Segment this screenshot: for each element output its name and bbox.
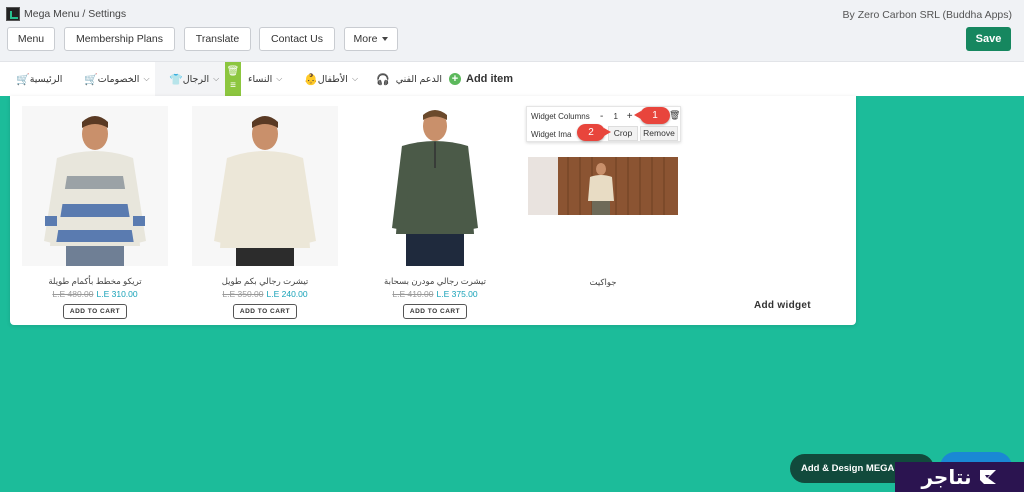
brand-watermark: نتاجر [895,462,1024,492]
old-price: L.E 410.00 [392,289,434,299]
headset-icon: 🎧 [376,73,390,86]
app-title: Mega Menu / Settings [24,8,127,20]
product-image[interactable] [22,106,168,266]
drag-lines-icon: ≡ [230,80,236,91]
menu-item-men[interactable]: 👕 الرجال ⌵ [155,62,225,96]
new-price: L.E 310.00 [96,289,138,299]
menu-item-label: الأطفال [317,73,348,85]
item-drag-handle[interactable]: 🗑 ≡ [225,62,241,96]
chevron-down-icon: ⌵ [276,74,283,83]
menu-item-label: الخصومات [97,73,140,85]
add-item-button[interactable]: + Add item [449,62,513,96]
add-to-cart-button[interactable]: ADD TO CART [63,304,127,319]
product-name[interactable]: تيشرت رجالي بكم طويل [180,276,350,287]
product-price: L.E 410.00 L.E 375.00 [350,289,520,299]
new-price: L.E 375.00 [436,289,478,299]
old-price: L.E 350.00 [222,289,264,299]
plus-circle-icon: + [449,73,461,85]
cart-icon: 🛒 [16,73,30,86]
product-name[interactable]: تريكو مخطط بأكمام طويلة [10,276,180,287]
save-button[interactable]: Save [966,27,1011,51]
menu-item-label: الدعم الفني [395,73,442,85]
columns-decrement-button[interactable]: - [596,111,608,122]
crop-button[interactable]: Crop [608,126,638,141]
add-to-cart-button[interactable]: ADD TO CART [233,304,297,319]
chevron-down-icon: ⌵ [213,74,220,83]
cream-sweater-image [192,106,338,266]
menu-item-label: الرجال [182,73,210,85]
membership-plans-button[interactable]: Membership Plans [64,27,175,51]
widget-image-row: Widget Ima [531,126,571,142]
menu-item-women[interactable]: النساء ⌵ [248,62,285,96]
widget-columns-label: Widget Columns [531,111,590,121]
remove-button[interactable]: Remove [640,126,678,141]
menu-item-home[interactable]: 🛒 الرئيسية [12,62,62,96]
widget-image[interactable] [528,157,678,215]
child-icon: 👶 [304,73,318,86]
chevron-down-icon: ⌵ [143,74,150,83]
brand-name: نتاجر [921,465,972,489]
chevron-down-icon: ⌵ [351,74,359,83]
step-marker-1: 1 [634,107,670,124]
widget-columns-row: Widget Columns - 1 + [531,108,636,124]
new-price: L.E 240.00 [266,289,308,299]
mega-menu-panel: تريكو مخطط بأكمام طويلة L.E 480.00 L.E 31… [10,96,856,325]
delete-widget-icon[interactable]: 🗑 [669,110,680,121]
old-price: L.E 480.00 [52,289,94,299]
columns-value: 1 [613,111,618,121]
top-bar: Mega Menu / Settings By Zero Carbon SRL … [0,0,1024,62]
product-image[interactable] [192,106,338,266]
menu-item-label: الرئيسية [29,73,63,85]
menu-item-kids[interactable]: 👶 الأطفال ⌵ [300,62,361,96]
translate-button[interactable]: Translate [184,27,251,51]
trash-icon[interactable]: 🗑 [227,67,240,77]
add-item-label: Add item [466,73,514,85]
vendor-label: By Zero Carbon SRL (Buddha Apps) [842,9,1012,21]
contact-us-button[interactable]: Contact Us [259,27,335,51]
menu-item-support[interactable]: 🎧 الدعم الفني [372,62,442,96]
jacket-banner-image [528,157,678,215]
cart-icon: 🛒 [84,73,98,86]
add-widget-button[interactable]: Add widget [754,300,811,311]
product-price: L.E 480.00 L.E 310.00 [10,289,180,299]
step-marker-2: 2 [577,124,611,141]
menu-item-label: النساء [248,73,273,85]
product-price: L.E 350.00 L.E 240.00 [180,289,350,299]
more-label: More [353,33,378,45]
add-to-cart-button[interactable]: ADD TO CART [403,304,467,319]
brand-logo-icon [979,470,996,484]
more-dropdown[interactable]: More [344,27,398,51]
striped-sweater-image [22,106,168,266]
widget-caption[interactable]: جواكيت [528,277,678,288]
widget-image-label: Widget Ima [531,129,572,139]
green-zip-sweater-image [362,106,508,266]
product-image[interactable] [362,106,508,266]
caret-down-icon [382,37,389,42]
menu-item-discounts[interactable]: 🛒 الخصومات ⌵ [80,62,153,96]
menu-button[interactable]: Menu [7,27,55,51]
shirt-icon: 👕 [169,73,183,86]
menu-bar: 🛒 الرئيسية 🛒 الخصومات ⌵ 👕 الرجال ⌵ 🗑 ≡ ا… [0,62,1024,96]
app-logo-icon [6,7,20,21]
product-name[interactable]: تيشرت رجالي مودرن بسحابة [350,276,520,287]
